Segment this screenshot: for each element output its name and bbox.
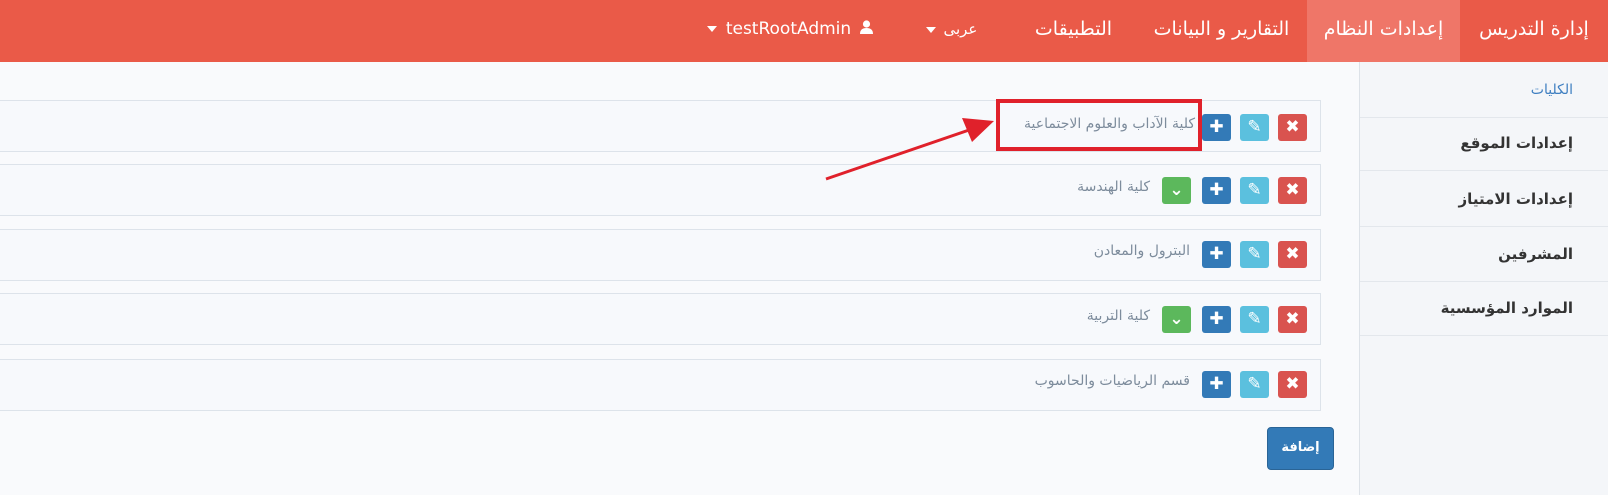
chevron-down-icon: ⌄ <box>1169 180 1184 200</box>
annotation-highlight-box <box>996 99 1202 151</box>
college-name[interactable]: كلية التربية <box>1050 308 1150 324</box>
edit-button[interactable]: ✎ <box>1240 241 1269 268</box>
edit-icon: ✎ <box>1247 309 1262 329</box>
delete-button[interactable]: ✖ <box>1278 306 1307 333</box>
nav-teaching-management[interactable]: إدارة التدريس <box>1460 0 1608 62</box>
edit-icon: ✎ <box>1247 180 1262 200</box>
chevron-down-icon: ⌄ <box>1169 309 1184 329</box>
delete-button[interactable]: ✖ <box>1278 177 1307 204</box>
close-icon: ✖ <box>1285 244 1300 264</box>
nav-system-settings[interactable]: إعدادات النظام <box>1307 0 1460 62</box>
expand-button[interactable]: ⌄ <box>1162 306 1191 333</box>
close-icon: ✖ <box>1285 309 1300 329</box>
user-icon <box>859 0 873 58</box>
caret-down-icon <box>925 26 936 33</box>
nav-applications[interactable]: التطبيقات <box>1011 0 1136 62</box>
list-item: ✖ ✎ ✚ البترول والمعادن <box>0 229 1321 281</box>
edit-icon: ✎ <box>1247 244 1262 264</box>
sidebar-item-colleges[interactable]: الكليات <box>1360 62 1608 118</box>
edit-button[interactable]: ✎ <box>1240 177 1269 204</box>
plus-icon: ✚ <box>1209 180 1224 200</box>
nav-language-dropdown[interactable]: عربى <box>900 0 1000 62</box>
expand-button[interactable]: ⌄ <box>1162 177 1191 204</box>
nav-user-dropdown[interactable]: testRootAdmin <box>700 0 880 62</box>
list-item: ✖ ✎ ✚ ⌄ كلية الهندسة <box>0 164 1321 216</box>
plus-icon: ✚ <box>1209 117 1224 137</box>
add-child-button[interactable]: ✚ <box>1202 177 1231 204</box>
caret-down-icon <box>707 26 718 32</box>
delete-button[interactable]: ✖ <box>1278 371 1307 398</box>
edit-icon: ✎ <box>1247 117 1262 137</box>
sidebar-item-institutional-resources[interactable]: الموارد المؤسسية <box>1360 280 1608 336</box>
close-icon: ✖ <box>1285 117 1300 137</box>
add-button[interactable]: إضافة <box>1267 427 1334 470</box>
top-navbar: إدارة التدريس إعدادات النظام التقارير و … <box>0 0 1608 62</box>
delete-button[interactable]: ✖ <box>1278 114 1307 141</box>
close-icon: ✖ <box>1285 180 1300 200</box>
nav-reports-data[interactable]: التقارير و البيانات <box>1136 0 1307 62</box>
college-name[interactable]: قسم الرياضيات والحاسوب <box>1010 373 1190 389</box>
close-icon: ✖ <box>1285 374 1300 394</box>
edit-button[interactable]: ✎ <box>1240 306 1269 333</box>
username-label: testRootAdmin <box>725 19 852 39</box>
plus-icon: ✚ <box>1209 309 1224 329</box>
add-child-button[interactable]: ✚ <box>1202 114 1231 141</box>
add-child-button[interactable]: ✚ <box>1202 241 1231 268</box>
plus-icon: ✚ <box>1209 374 1224 394</box>
language-label: عربى <box>943 20 978 38</box>
college-name[interactable]: البترول والمعادن <box>1060 243 1190 259</box>
edit-button[interactable]: ✎ <box>1240 371 1269 398</box>
delete-button[interactable]: ✖ <box>1278 241 1307 268</box>
edit-icon: ✎ <box>1247 374 1262 394</box>
sidebar-item-site-settings[interactable]: إعدادات الموقع <box>1360 115 1608 171</box>
list-item: ✖ ✎ ✚ قسم الرياضيات والحاسوب <box>0 359 1321 411</box>
sidebar-item-supervisors[interactable]: المشرفين <box>1360 226 1608 282</box>
edit-button[interactable]: ✎ <box>1240 114 1269 141</box>
list-item: ✖ ✎ ✚ ⌄ كلية التربية <box>0 293 1321 345</box>
add-child-button[interactable]: ✚ <box>1202 371 1231 398</box>
sidebar: الكليات إعدادات الموقع إعدادات الامتياز … <box>1359 62 1608 495</box>
sidebar-item-franchise-settings[interactable]: إعدادات الامتياز <box>1360 171 1608 227</box>
plus-icon: ✚ <box>1209 244 1224 264</box>
add-child-button[interactable]: ✚ <box>1202 306 1231 333</box>
college-name[interactable]: كلية الهندسة <box>1040 179 1150 195</box>
